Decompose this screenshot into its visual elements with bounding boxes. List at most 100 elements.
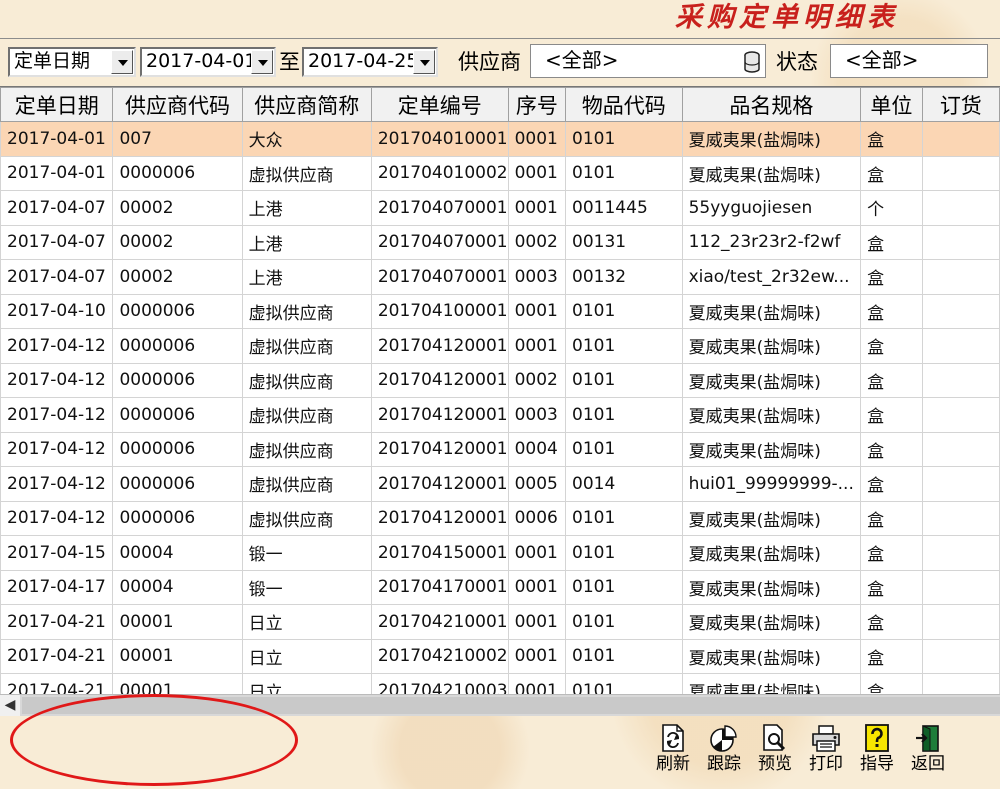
table-cell: 201704150001 bbox=[370, 535, 509, 571]
col-item-spec[interactable]: 品名规格 bbox=[681, 87, 862, 122]
back-button[interactable]: 返回 bbox=[903, 720, 953, 778]
help-icon bbox=[865, 724, 889, 752]
table-row[interactable]: 2017-04-12 0000006 虚拟供应商 201704120001 0006 01… bbox=[0, 500, 1000, 536]
table-cell: 盒 bbox=[860, 121, 923, 157]
date-type-select[interactable]: 定单日期 bbox=[8, 47, 136, 77]
date-from-value: 2017-04-01 bbox=[146, 50, 257, 72]
col-supplier-name[interactable]: 供应商简称 bbox=[241, 87, 372, 122]
table-cell: 0001 bbox=[507, 535, 567, 571]
table-cell: 盒 bbox=[860, 500, 923, 536]
track-button[interactable]: 跟踪 bbox=[699, 720, 749, 778]
table-row[interactable]: 2017-04-12 0000006 虚拟供应商 201704120001 0005 00… bbox=[0, 466, 1000, 502]
table-cell bbox=[921, 155, 1000, 191]
table-cell: 虚拟供应商 bbox=[241, 155, 372, 191]
table-cell: 虚拟供应商 bbox=[241, 431, 372, 467]
table-cell: 上港 bbox=[241, 224, 372, 260]
table-cell: 201704210003 bbox=[370, 673, 509, 694]
table-cell: 夏威夷果(盐焗味) bbox=[681, 397, 862, 433]
col-order-number[interactable]: 定单编号 bbox=[370, 87, 509, 122]
table-cell: 201704070001 bbox=[370, 190, 509, 226]
guide-button[interactable]: 指导 bbox=[852, 720, 902, 778]
col-supplier-code[interactable]: 供应商代码 bbox=[112, 87, 243, 122]
table-cell: 0000006 bbox=[112, 500, 243, 536]
table-cell: 0004 bbox=[507, 431, 567, 467]
table-cell: 0101 bbox=[565, 328, 683, 364]
table-cell: 00004 bbox=[112, 535, 243, 571]
table-row[interactable]: 2017-04-12 0000006 虚拟供应商 201704120001 0002 01… bbox=[0, 362, 1000, 398]
table-cell: 00002 bbox=[112, 190, 243, 226]
col-order-qty[interactable]: 订货 bbox=[921, 87, 1000, 122]
table-row[interactable]: 2017-04-07 00002 上港 201704070001 0002 00131 11… bbox=[0, 224, 1000, 260]
track-label: 跟踪 bbox=[707, 754, 741, 774]
table-cell: 00001 bbox=[112, 604, 243, 640]
table-cell bbox=[921, 362, 1000, 398]
table-row[interactable]: 2017-04-15 00004 锻一 201704150001 0001 0101 夏威夷… bbox=[0, 535, 1000, 571]
preview-icon bbox=[763, 724, 786, 751]
table-cell: 2017-04-10 bbox=[0, 293, 114, 329]
supplier-input[interactable]: <全部> bbox=[530, 44, 766, 78]
table-cell: 2017-04-15 bbox=[0, 535, 114, 571]
table-cell: 0003 bbox=[507, 259, 567, 295]
dropdown-arrow-icon[interactable] bbox=[251, 50, 273, 74]
table-cell bbox=[921, 224, 1000, 260]
table-cell: 2017-04-01 bbox=[0, 121, 114, 157]
table-cell: 00002 bbox=[112, 224, 243, 260]
date-to-value: 2017-04-25 bbox=[308, 50, 419, 72]
table-row[interactable]: 2017-04-21 00001 日立 201704210003 0001 0101 夏威夷… bbox=[0, 673, 1000, 694]
refresh-button[interactable]: 刷新 bbox=[648, 720, 698, 778]
annotation-oval bbox=[10, 694, 298, 786]
scroll-left-icon[interactable]: ◀ bbox=[0, 695, 20, 716]
table-row[interactable]: 2017-04-17 00004 锻一 201704170001 0001 0101 夏威夷… bbox=[0, 569, 1000, 605]
table-cell: 201704170001 bbox=[370, 569, 509, 605]
table-row[interactable]: 2017-04-21 00001 日立 201704210002 0001 0101 夏威夷… bbox=[0, 638, 1000, 674]
col-seq[interactable]: 序号 bbox=[507, 87, 567, 122]
table-cell bbox=[921, 328, 1000, 364]
filter-bar: 定单日期 2017-04-01 至 2017-04-25 供应商 <全部> 状态… bbox=[0, 38, 1000, 86]
table-row[interactable]: 2017-04-01 007 大众 201704010001 0001 0101 夏威夷果(… bbox=[0, 121, 1000, 157]
table-row[interactable]: 2017-04-12 0000006 虚拟供应商 201704120001 0003 01… bbox=[0, 397, 1000, 433]
table-row[interactable]: 2017-04-12 0000006 虚拟供应商 201704120001 0001 01… bbox=[0, 328, 1000, 364]
dropdown-arrow-icon[interactable] bbox=[413, 50, 435, 74]
table-row[interactable]: 2017-04-21 00001 日立 201704210001 0001 0101 夏威夷… bbox=[0, 604, 1000, 640]
table-row[interactable]: 2017-04-07 00002 上港 201704070001 0003 00132 xi… bbox=[0, 259, 1000, 295]
table-row[interactable]: 2017-04-10 0000006 虚拟供应商 201704100001 0001 01… bbox=[0, 293, 1000, 329]
table-cell: 盒 bbox=[860, 397, 923, 433]
table-cell: 夏威夷果(盐焗味) bbox=[681, 121, 862, 157]
table-cell: 夏威夷果(盐焗味) bbox=[681, 535, 862, 571]
table-cell: 112_23r23r2-f2wf bbox=[681, 224, 862, 260]
table-row[interactable]: 2017-04-01 0000006 虚拟供应商 201704010002 0001 01… bbox=[0, 155, 1000, 191]
table-cell: 0000006 bbox=[112, 397, 243, 433]
table-cell: 日立 bbox=[241, 604, 372, 640]
table-cell: 0000006 bbox=[112, 328, 243, 364]
col-unit[interactable]: 单位 bbox=[860, 87, 923, 122]
table-cell: 0001 bbox=[507, 328, 567, 364]
table-cell bbox=[921, 190, 1000, 226]
table-row[interactable]: 2017-04-12 0000006 虚拟供应商 201704120001 0004 01… bbox=[0, 431, 1000, 467]
header-row: 定单日期 供应商代码 供应商简称 定单编号 序号 物品代码 品名规格 单位 订货 bbox=[0, 87, 1000, 122]
database-icon[interactable] bbox=[743, 51, 761, 73]
table-cell: 0001 bbox=[507, 673, 567, 694]
table-cell: 2017-04-12 bbox=[0, 466, 114, 502]
col-order-date[interactable]: 定单日期 bbox=[0, 87, 114, 122]
col-item-code[interactable]: 物品代码 bbox=[565, 87, 683, 122]
dropdown-arrow-icon[interactable] bbox=[111, 50, 133, 74]
table-cell: 201704100001 bbox=[370, 293, 509, 329]
supplier-label: 供应商 bbox=[458, 50, 521, 74]
preview-button[interactable]: 预览 bbox=[750, 720, 800, 778]
table-cell: 55yyguojiesen bbox=[681, 190, 862, 226]
table-cell: 201704070001 bbox=[370, 259, 509, 295]
table-cell: 盒 bbox=[860, 362, 923, 398]
status-input[interactable]: <全部> bbox=[830, 44, 988, 78]
print-button[interactable]: 打印 bbox=[801, 720, 851, 778]
date-from-select[interactable]: 2017-04-01 bbox=[140, 47, 276, 77]
table-cell: 0000006 bbox=[112, 466, 243, 502]
order-detail-grid[interactable]: 定单日期 供应商代码 供应商简称 定单编号 序号 物品代码 品名规格 单位 订货… bbox=[0, 86, 1000, 694]
back-label: 返回 bbox=[911, 754, 945, 774]
table-cell bbox=[921, 500, 1000, 536]
table-row[interactable]: 2017-04-07 00002 上港 201704070001 0001 0011445… bbox=[0, 190, 1000, 226]
date-to-select[interactable]: 2017-04-25 bbox=[302, 47, 438, 77]
table-cell: 盒 bbox=[860, 328, 923, 364]
table-cell: 2017-04-12 bbox=[0, 362, 114, 398]
table-cell: 0001 bbox=[507, 121, 567, 157]
table-cell: 夏威夷果(盐焗味) bbox=[681, 638, 862, 674]
